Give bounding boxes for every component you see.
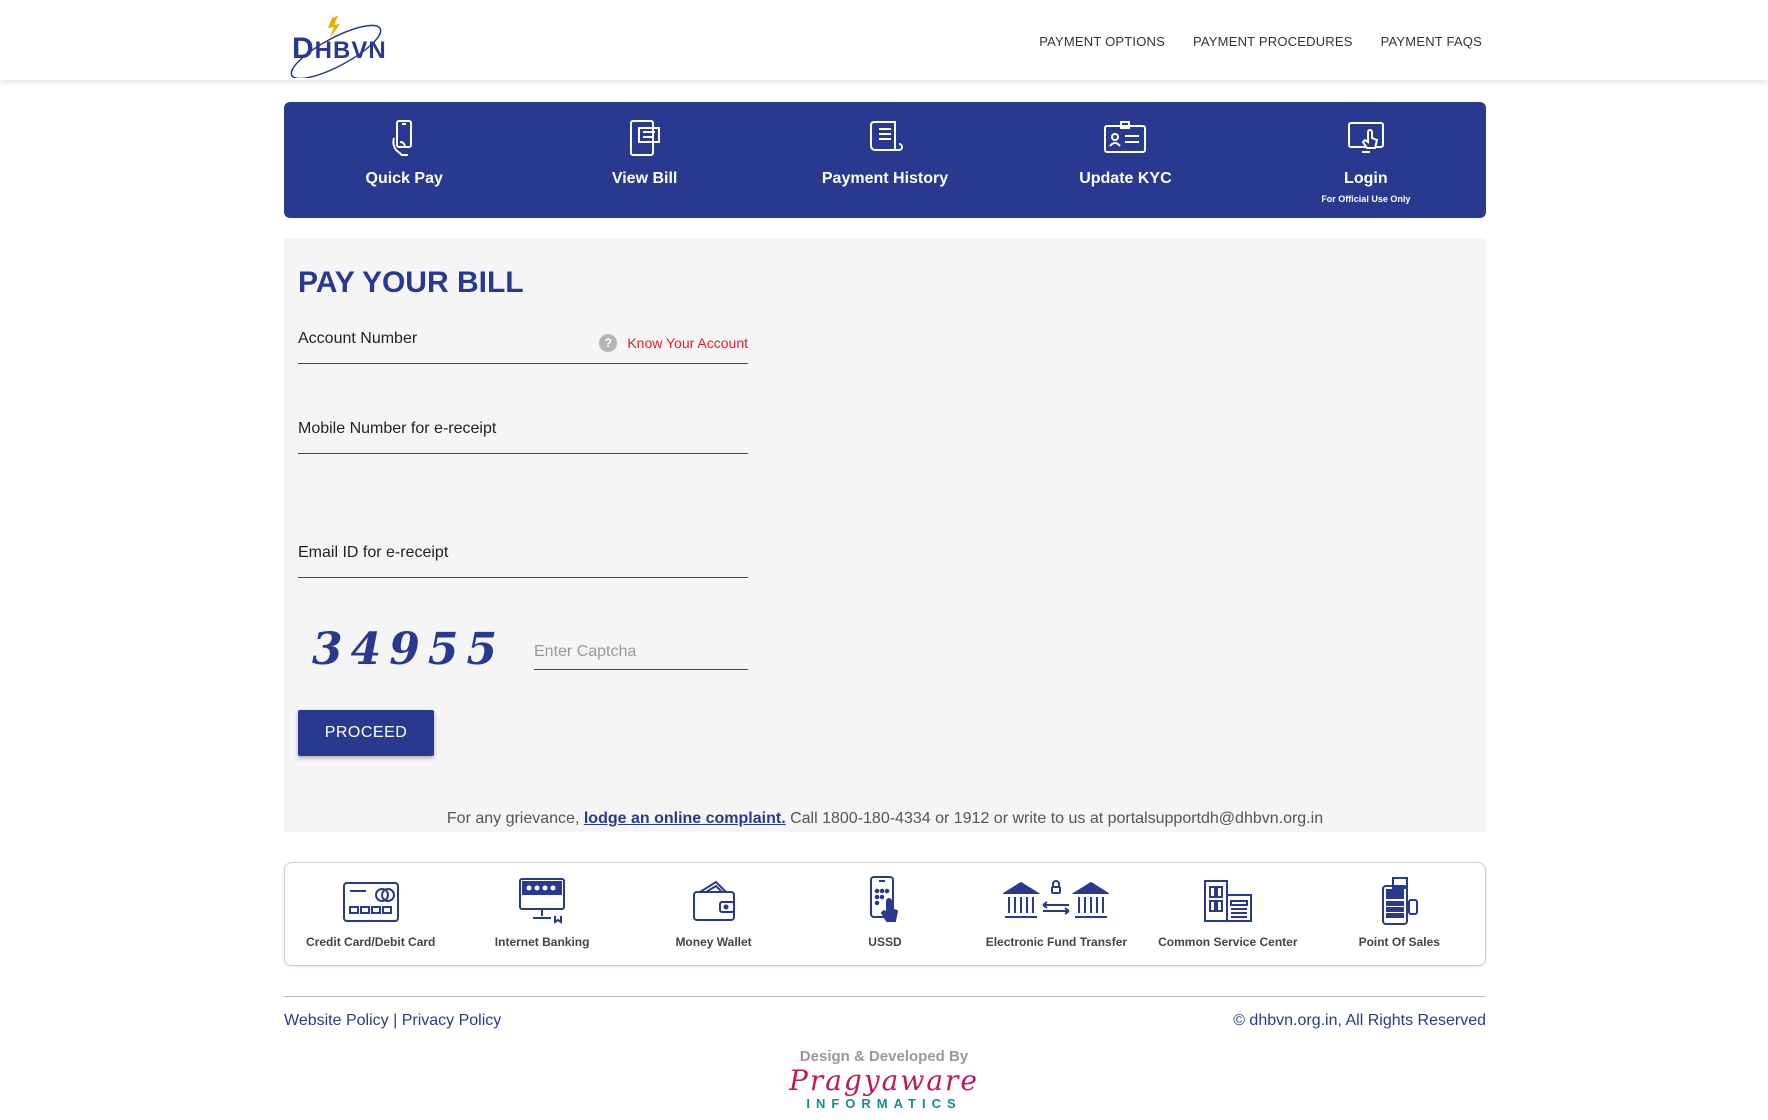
footer-policy-links: Website Policy | Privacy Policy bbox=[284, 1012, 501, 1030]
monitor-touch-icon bbox=[1344, 116, 1388, 160]
option-credit-debit-card-label: Credit Card/Debit Card bbox=[306, 935, 436, 949]
website-policy-link[interactable]: Website Policy bbox=[284, 1012, 389, 1029]
mobile-number-label: Mobile Number for e-receipt bbox=[298, 420, 497, 437]
service-center-icon bbox=[1198, 875, 1258, 927]
tab-quick-pay-label: Quick Pay bbox=[365, 170, 443, 187]
option-internet-banking-label: Internet Banking bbox=[494, 935, 590, 949]
logo-letters: HBVN bbox=[314, 37, 387, 64]
proceed-button[interactable]: PROCEED bbox=[298, 710, 434, 756]
copyright-text: © dhbvn.org.in, All Rights Reserved bbox=[1233, 1012, 1486, 1029]
option-common-service-center-label: Common Service Center bbox=[1158, 935, 1298, 949]
bank-transfer-icon bbox=[1001, 875, 1111, 927]
option-money-wallet-label: Money Wallet bbox=[675, 935, 752, 949]
designed-by-text: Design & Developed By bbox=[799, 1048, 969, 1065]
site-header: DHBVN PAYMENT OPTIONS PAYMENT PROCEDURES… bbox=[0, 0, 1768, 80]
pos-terminal-icon bbox=[1369, 875, 1429, 927]
option-common-service-center[interactable]: Common Service Center bbox=[1142, 863, 1313, 965]
id-card-icon bbox=[1103, 116, 1147, 160]
tab-update-kyc-label: Update KYC bbox=[1079, 170, 1172, 187]
captcha-input[interactable] bbox=[534, 634, 748, 670]
bill-screen-icon bbox=[623, 116, 667, 160]
option-internet-banking[interactable]: Internet Banking bbox=[456, 863, 627, 965]
privacy-policy-link[interactable]: Privacy Policy bbox=[402, 1012, 502, 1029]
email-label: Email ID for e-receipt bbox=[298, 544, 449, 561]
top-nav: PAYMENT OPTIONS PAYMENT PROCEDURES PAYME… bbox=[1039, 34, 1482, 49]
footer-divider bbox=[284, 996, 1486, 997]
pragyaware-informatics-text: INFORMATICS bbox=[806, 1096, 962, 1111]
option-credit-debit-card[interactable]: Credit Card/Debit Card bbox=[285, 863, 456, 965]
account-number-field[interactable]: Account Number ? Know Your Account bbox=[298, 330, 748, 364]
grievance-prefix: For any grievance, bbox=[446, 810, 584, 827]
tab-payment-history[interactable]: Payment History bbox=[765, 102, 1005, 218]
pay-bill-panel: PAY YOUR BILL Account Number ? Know Your… bbox=[284, 238, 1486, 832]
mobile-number-field[interactable]: Mobile Number for e-receipt bbox=[298, 420, 748, 454]
ussd-phone-icon bbox=[855, 875, 915, 927]
captcha-image: 34955 bbox=[312, 624, 506, 675]
internet-banking-icon bbox=[512, 875, 572, 927]
know-your-account-help[interactable]: ? Know Your Account bbox=[599, 334, 748, 352]
tab-login-label: Login bbox=[1344, 170, 1388, 187]
payment-options-strip: Credit Card/Debit Card Internet Banking … bbox=[284, 862, 1486, 966]
nav-payment-faqs[interactable]: PAYMENT FAQS bbox=[1381, 34, 1482, 49]
option-point-of-sales-label: Point Of Sales bbox=[1358, 935, 1440, 949]
know-your-account-link[interactable]: Know Your Account bbox=[627, 335, 748, 351]
nav-payment-options[interactable]: PAYMENT OPTIONS bbox=[1039, 34, 1165, 49]
email-field[interactable]: Email ID for e-receipt bbox=[298, 544, 748, 578]
pragyaware-logo[interactable]: Pragyaware bbox=[784, 1065, 984, 1097]
lodge-complaint-link[interactable]: lodge an online complaint. bbox=[584, 810, 786, 827]
logo-letter-d: D bbox=[292, 32, 315, 65]
option-electronic-fund-transfer-label: Electronic Fund Transfer bbox=[985, 935, 1128, 949]
policy-separator: | bbox=[388, 1012, 402, 1029]
option-money-wallet[interactable]: Money Wallet bbox=[628, 863, 799, 965]
mobile-hand-icon bbox=[382, 116, 426, 160]
receipt-scroll-icon bbox=[863, 116, 907, 160]
service-tab-bar: Quick Pay View Bill Payment History Upda… bbox=[284, 102, 1486, 218]
grievance-text: For any grievance, lodge an online compl… bbox=[284, 810, 1486, 828]
tab-view-bill[interactable]: View Bill bbox=[524, 102, 764, 218]
option-ussd[interactable]: USSD bbox=[799, 863, 970, 965]
grievance-suffix: Call 1800-180-4334 or 1912 or write to u… bbox=[785, 810, 1324, 827]
tab-login[interactable]: Login For Official Use Only bbox=[1246, 102, 1486, 218]
credit-card-icon bbox=[341, 875, 401, 927]
tab-update-kyc[interactable]: Update KYC bbox=[1005, 102, 1245, 218]
nav-payment-procedures[interactable]: PAYMENT PROCEDURES bbox=[1193, 34, 1353, 49]
page-title: PAY YOUR BILL bbox=[298, 266, 524, 299]
account-number-label: Account Number bbox=[298, 330, 418, 347]
option-electronic-fund-transfer[interactable]: Electronic Fund Transfer bbox=[971, 863, 1142, 965]
developer-credit: Design & Developed By Pragyaware INFORMA… bbox=[784, 1048, 984, 1111]
option-ussd-label: USSD bbox=[868, 935, 902, 949]
tab-login-subtitle: For Official Use Only bbox=[1321, 194, 1411, 204]
question-icon[interactable]: ? bbox=[599, 334, 618, 352]
tab-view-bill-label: View Bill bbox=[611, 170, 678, 187]
option-point-of-sales[interactable]: Point Of Sales bbox=[1314, 863, 1485, 965]
dhbvn-logo[interactable]: DHBVN bbox=[284, 12, 414, 78]
tab-payment-history-label: Payment History bbox=[821, 170, 949, 187]
wallet-icon bbox=[684, 875, 744, 927]
tab-quick-pay[interactable]: Quick Pay bbox=[284, 102, 524, 218]
